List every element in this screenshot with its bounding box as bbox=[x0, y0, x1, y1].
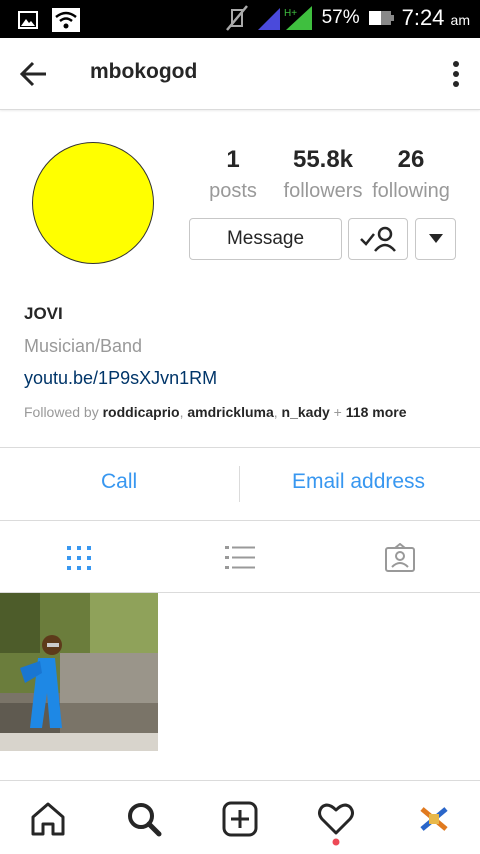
vertical-dots-icon[interactable] bbox=[450, 60, 462, 90]
posts-count: 1 bbox=[226, 146, 240, 173]
search-icon[interactable] bbox=[124, 799, 164, 839]
post-image bbox=[0, 593, 158, 751]
bottom-nav bbox=[0, 780, 480, 854]
network-type: H+ bbox=[284, 8, 297, 19]
battery-percent: 57% bbox=[321, 7, 360, 28]
signal-icon: H+ bbox=[257, 6, 312, 30]
follower-user-3[interactable]: n_kady bbox=[282, 404, 330, 420]
header-username: mbokogod bbox=[90, 60, 198, 83]
call-button[interactable]: Call bbox=[101, 470, 137, 494]
stat-posts[interactable]: 1 posts bbox=[196, 144, 270, 206]
divider bbox=[0, 520, 480, 521]
mute-icon bbox=[225, 5, 248, 31]
followed-by-plus: + bbox=[329, 404, 346, 420]
list-icon[interactable] bbox=[224, 543, 256, 573]
followed-by-prefix: Followed by bbox=[24, 404, 103, 420]
follower-user-2[interactable]: amdrickluma bbox=[187, 404, 273, 420]
image-icon bbox=[18, 11, 38, 29]
profile-category: Musician/Band bbox=[24, 336, 143, 356]
posts-label: posts bbox=[209, 180, 257, 202]
follower-user-1[interactable]: roddicaprio bbox=[103, 404, 180, 420]
followers-label: followers bbox=[283, 180, 363, 202]
avatar[interactable] bbox=[32, 142, 154, 264]
profile-avatar-icon[interactable] bbox=[414, 799, 454, 839]
following-status-button[interactable] bbox=[348, 218, 408, 260]
user-check-icon bbox=[360, 226, 396, 252]
status-bar: H+ 57% 7:24 am bbox=[0, 0, 480, 38]
following-count: 26 bbox=[397, 146, 425, 173]
stat-followers[interactable]: 55.8k followers bbox=[276, 144, 370, 206]
followed-by-more[interactable]: 118 more bbox=[346, 404, 407, 420]
clock-time: 7:24 bbox=[401, 5, 445, 30]
clock: 7:24 am bbox=[402, 5, 470, 31]
followers-count: 55.8k bbox=[292, 146, 354, 173]
divider bbox=[0, 447, 480, 448]
caret-down-icon bbox=[428, 234, 443, 243]
stat-following[interactable]: 26 following bbox=[366, 144, 456, 206]
grid-icon[interactable] bbox=[64, 543, 96, 573]
notification-dot bbox=[332, 838, 340, 846]
suggestions-dropdown-button[interactable] bbox=[415, 218, 456, 260]
message-button[interactable]: Message bbox=[189, 218, 342, 260]
following-label: following bbox=[372, 180, 450, 202]
wifi-icon bbox=[52, 8, 80, 32]
heart-icon[interactable] bbox=[316, 799, 356, 851]
profile-name: JOVI bbox=[24, 304, 63, 323]
contact-separator bbox=[239, 466, 240, 502]
home-icon[interactable] bbox=[28, 799, 68, 839]
arrow-left-icon[interactable] bbox=[18, 60, 50, 88]
post-thumbnail[interactable] bbox=[0, 593, 158, 751]
followed-by[interactable]: Followed by roddicaprio, amdrickluma, n_… bbox=[24, 404, 406, 420]
followed-by-sep-2: , bbox=[273, 404, 282, 420]
profile-header: mbokogod bbox=[0, 38, 480, 110]
clock-ampm: am bbox=[450, 12, 470, 28]
tagged-icon[interactable] bbox=[384, 543, 416, 573]
add-icon[interactable] bbox=[220, 799, 260, 839]
profile-link[interactable]: youtu.be/1P9sXJvn1RM bbox=[24, 368, 217, 389]
battery-icon bbox=[368, 11, 394, 25]
email-button[interactable]: Email address bbox=[292, 470, 425, 494]
